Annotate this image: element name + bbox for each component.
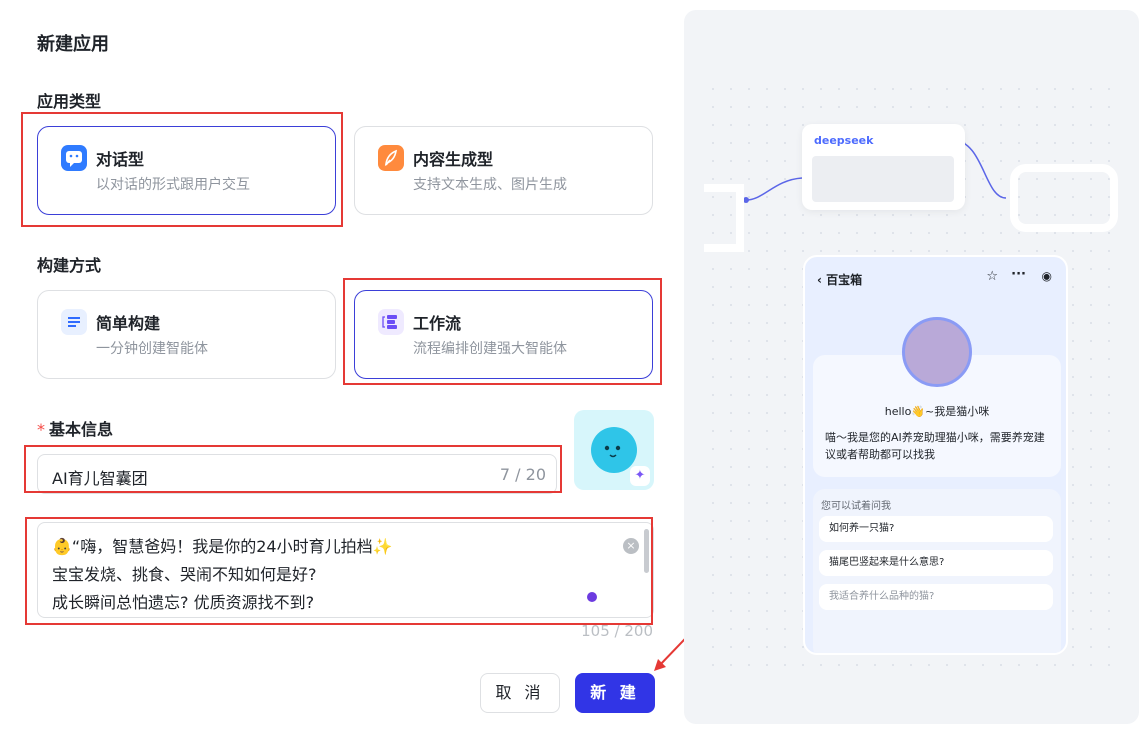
back-icon: ‹: [817, 273, 822, 287]
flow-node-llm: deepseek: [802, 124, 965, 210]
app-avatar-picker[interactable]: ✦: [574, 410, 654, 490]
highlight-box-name: [24, 445, 562, 493]
required-mark: *: [37, 420, 45, 439]
deepseek-logo: deepseek: [814, 134, 874, 147]
phone-title-bar: ‹ 百宝箱: [817, 271, 862, 288]
list-icon: [61, 309, 87, 335]
suggested-question: 猫尾巴竖起来是什么意思?: [819, 550, 1053, 576]
build-mode-simple-title: 简单构建: [96, 314, 161, 333]
basic-info-label: * 基本信息: [37, 416, 113, 440]
build-mode-label: 构建方式: [37, 256, 102, 275]
preview-panel: deepseek ‹ 百宝箱 ☆ ··· ◉ hello👋~我是猫小咪 喵～我是…: [684, 10, 1139, 724]
suggested-questions: 您可以试着问我 如何养一只猫? 猫尾巴竖起来是什么意思? 我适合养什么品种的猫?: [813, 489, 1061, 653]
highlight-box-app-type: [21, 112, 343, 227]
basic-info-label-text: 基本信息: [49, 420, 114, 439]
greeting-intro: 喵～我是您的AI养宠助理猫小咪，需要养宠建议或者帮助都可以找我: [825, 431, 1045, 461]
phone-title: 百宝箱: [826, 273, 863, 287]
app-type-content-desc: 支持文本生成、图片生成: [413, 177, 567, 193]
phone-preview: ‹ 百宝箱 ☆ ··· ◉ hello👋~我是猫小咪 喵～我是您的AI养宠助理猫…: [803, 255, 1068, 655]
cat-avatar: [902, 317, 972, 387]
app-type-label: 应用类型: [37, 92, 102, 111]
ai-generate-icon[interactable]: ✦: [630, 466, 650, 486]
feather-icon: [378, 145, 404, 171]
create-button[interactable]: 新 建: [575, 673, 655, 713]
greeting-hello: hello👋~我是猫小咪: [884, 405, 990, 418]
star-icon: ☆: [986, 269, 998, 284]
create-app-dialog: 新建应用 应用类型 对话型 以对话的形式跟用户交互 内容生成型 支持文本生成、图…: [0, 0, 1148, 734]
build-mode-simple-desc: 一分钟创建智能体: [96, 341, 208, 357]
dialog-title: 新建应用: [37, 34, 109, 55]
suggested-question: 我适合养什么品种的猫?: [819, 584, 1053, 610]
target-icon: ◉: [1041, 269, 1052, 283]
app-type-content-title: 内容生成型: [413, 150, 494, 169]
highlight-box-build-mode: [343, 278, 662, 385]
more-icon: ···: [1011, 267, 1026, 282]
highlight-box-description: [25, 517, 653, 625]
node-body: [812, 156, 954, 202]
app-type-content-card[interactable]: 内容生成型 支持文本生成、图片生成: [354, 126, 653, 215]
build-mode-simple-card[interactable]: 简单构建 一分钟创建智能体: [37, 290, 336, 379]
cancel-button[interactable]: 取 消: [480, 673, 560, 713]
suggested-questions-label: 您可以试着问我: [821, 501, 891, 512]
description-counter: 105 / 200: [581, 622, 653, 640]
suggested-question: 如何养一只猫?: [819, 516, 1053, 542]
